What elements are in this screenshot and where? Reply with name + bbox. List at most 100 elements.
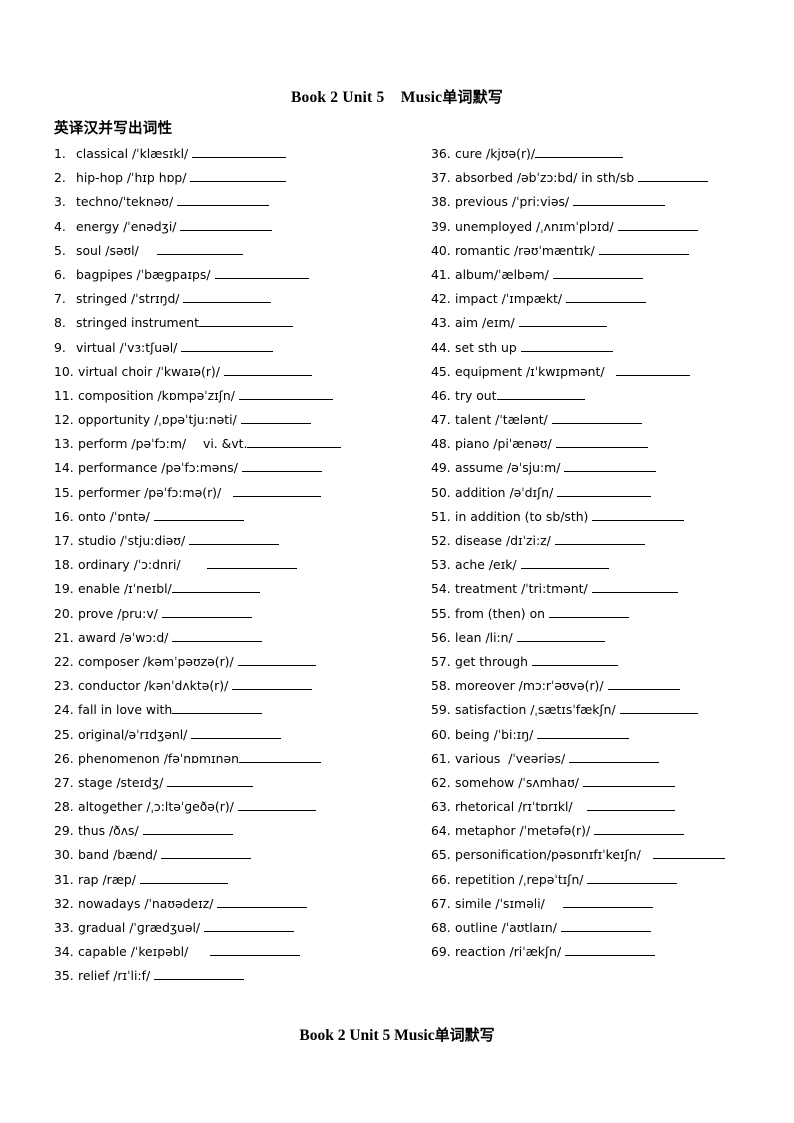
answer-blank[interactable] (548, 606, 629, 618)
answer-blank[interactable] (233, 485, 322, 497)
answer-blank[interactable] (560, 920, 651, 932)
answer-blank[interactable] (518, 315, 607, 328)
answer-blank[interactable] (210, 944, 301, 957)
word-list-item: 68. outline /ˈaʊtlaɪn/ (431, 916, 786, 940)
answer-blank[interactable] (204, 920, 295, 932)
answer-blank[interactable] (573, 194, 666, 207)
answer-blank[interactable] (554, 533, 645, 545)
answer-blank[interactable] (238, 751, 321, 763)
answer-blank[interactable] (617, 219, 698, 231)
answer-blank[interactable] (562, 896, 653, 908)
vocabulary-term: band /bænd/ (78, 847, 162, 863)
answer-blank[interactable] (520, 340, 613, 352)
answer-blank[interactable] (180, 219, 273, 231)
answer-blank[interactable] (240, 412, 311, 425)
answer-blank[interactable] (247, 436, 342, 449)
word-list-item: 12. opportunity /ˌɒpəˈtju:nəti/ (54, 408, 404, 432)
answer-blank[interactable] (638, 170, 709, 183)
answer-blank[interactable] (569, 751, 660, 763)
answer-blank[interactable] (183, 291, 272, 304)
answer-blank[interactable] (564, 460, 657, 473)
item-number: 17. (54, 533, 74, 548)
answer-blank[interactable] (652, 847, 725, 860)
answer-blank[interactable] (232, 678, 313, 691)
answer-blank[interactable] (592, 509, 685, 521)
answer-blank[interactable] (586, 799, 675, 812)
vocabulary-term: get through (455, 653, 532, 669)
answer-blank[interactable] (172, 630, 263, 642)
answer-blank[interactable] (181, 340, 274, 352)
item-number: 8. (54, 315, 66, 331)
answer-blank[interactable] (591, 581, 678, 594)
word-list-item: 9. virtual /ˈvɜ:tʃuəl/ (54, 336, 404, 360)
answer-blank[interactable] (237, 654, 316, 666)
word-list-item: 47. talent /ˈtælənt/ (431, 408, 786, 432)
answer-blank[interactable] (198, 315, 293, 328)
answer-blank[interactable] (161, 606, 252, 618)
answer-blank[interactable] (172, 702, 263, 715)
answer-blank[interactable] (594, 823, 685, 836)
answer-blank[interactable] (607, 678, 680, 691)
answer-blank[interactable] (190, 170, 287, 183)
answer-blank[interactable] (587, 872, 678, 884)
vocabulary-term: try out (455, 387, 497, 403)
item-number: 1. (54, 146, 66, 161)
answer-blank[interactable] (223, 364, 312, 376)
answer-blank[interactable] (555, 436, 648, 449)
item-number: 16. (54, 508, 74, 524)
word-list-item: 50. addition /əˈdɪʃn/ (431, 481, 786, 505)
vocabulary-term: performance /pəˈfɔ:məns/ (78, 460, 242, 476)
answer-blank[interactable] (214, 267, 309, 279)
answer-blank[interactable] (153, 509, 244, 521)
answer-blank[interactable] (237, 799, 316, 812)
word-list-item: 16. onto /ˈɒntə/ (54, 505, 404, 529)
word-list-item: 27. stage /steɪdʒ/ (54, 771, 404, 795)
answer-blank[interactable] (206, 557, 297, 570)
answer-blank[interactable] (557, 485, 652, 497)
vocabulary-term: perform /pəˈfɔ:m/ (78, 436, 191, 452)
page-title: Book 2 Unit 5 Music单词默写 (0, 86, 794, 107)
vocabulary-term: virtual /ˈvɜ:tʃuəl/ (76, 339, 182, 355)
item-number: 13. (54, 436, 74, 452)
answer-blank[interactable] (177, 194, 270, 207)
item-number: 7. (54, 291, 66, 307)
answer-blank[interactable] (516, 630, 605, 642)
answer-blank[interactable] (551, 412, 642, 425)
answer-blank[interactable] (139, 872, 228, 884)
item-number: 60. (431, 726, 451, 742)
answer-blank[interactable] (616, 364, 691, 376)
answer-blank[interactable] (565, 944, 656, 957)
answer-blank[interactable] (619, 702, 698, 715)
item-number: 68. (431, 920, 451, 935)
page-footer-en: Book 2 Unit 5 Music (299, 1027, 435, 1044)
answer-blank[interactable] (189, 533, 280, 545)
answer-blank[interactable] (142, 823, 233, 836)
word-list-item: 17. studio /ˈstju:diəʊ/ (54, 529, 404, 553)
answer-blank[interactable] (217, 896, 308, 908)
vocabulary-term: rhetorical /rɪˈtɒrɪkl/ (455, 799, 577, 815)
answer-blank[interactable] (552, 267, 643, 279)
word-list-item: 24. fall in love with (54, 698, 404, 722)
vocabulary-term: simile /ˈsɪməli/ (455, 895, 549, 911)
answer-blank[interactable] (154, 968, 245, 981)
answer-blank[interactable] (535, 146, 624, 158)
answer-blank[interactable] (156, 243, 243, 255)
vocabulary-term: album/ˈælbəm/ (455, 266, 553, 282)
answer-blank[interactable] (238, 388, 333, 400)
answer-blank[interactable] (171, 581, 260, 594)
answer-blank[interactable] (167, 775, 254, 787)
answer-blank[interactable] (192, 146, 287, 158)
answer-blank[interactable] (598, 243, 689, 255)
word-list-item: 45. equipment /ɪˈkwɪpmənt/ (431, 360, 786, 384)
answer-blank[interactable] (531, 654, 618, 666)
answer-blank[interactable] (161, 847, 252, 860)
answer-blank[interactable] (537, 727, 630, 739)
item-number: 2. (54, 170, 66, 186)
answer-blank[interactable] (191, 727, 282, 739)
word-list-item: 29. thus /ðʌs/ (54, 819, 404, 843)
answer-blank[interactable] (566, 291, 647, 304)
answer-blank[interactable] (241, 460, 322, 473)
answer-blank[interactable] (496, 388, 585, 400)
answer-blank[interactable] (520, 557, 609, 570)
answer-blank[interactable] (582, 775, 675, 787)
